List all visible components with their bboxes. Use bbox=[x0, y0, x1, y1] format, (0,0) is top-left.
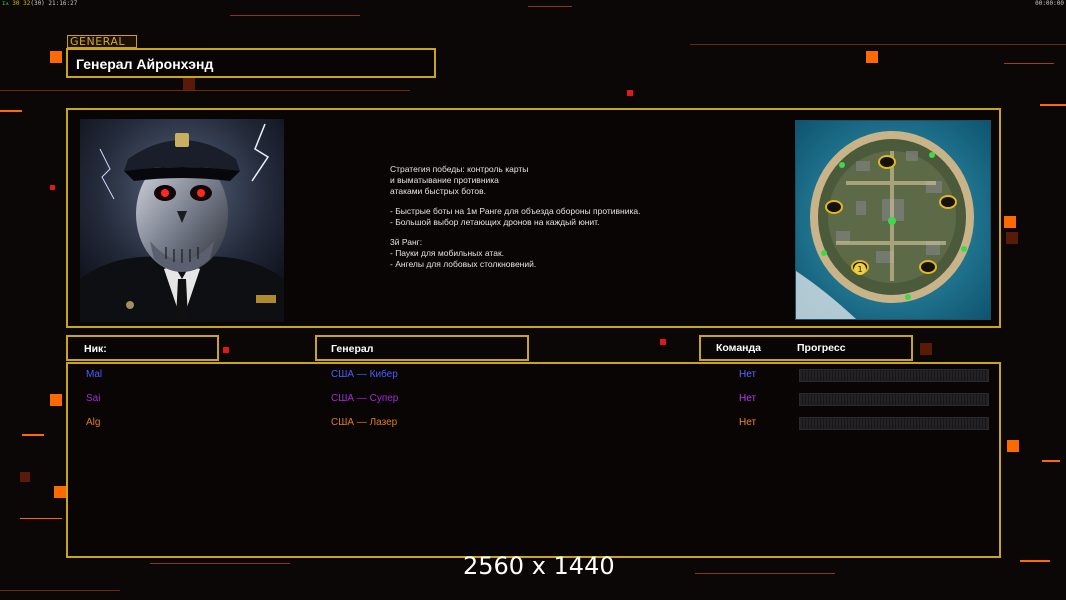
player-general: США — Лазер bbox=[331, 417, 398, 428]
fps-counter: ɪᴧ 30 32(30) 21:16:27 bbox=[2, 0, 78, 7]
loading-progress-bar bbox=[799, 369, 989, 382]
player-general: США — Кибер bbox=[331, 369, 398, 380]
column-header-nick: Ник: bbox=[66, 335, 219, 361]
game-timer: 00:00:00 bbox=[1035, 0, 1064, 7]
map-preview: 1 bbox=[795, 120, 991, 320]
strategy-line: - Пауки для мобильных атак. bbox=[390, 248, 505, 258]
column-header-general: Генерал bbox=[315, 335, 529, 361]
general-name: Генерал Айронхэнд bbox=[76, 56, 214, 72]
strategy-line: - Быстрые боты на 1м Ранге для объезда о… bbox=[390, 206, 641, 216]
player-nick: Mal bbox=[86, 369, 103, 380]
player-team: Нет bbox=[739, 369, 757, 380]
general-section-tag: GENERAL bbox=[67, 35, 137, 48]
player-general: США — Супер bbox=[331, 393, 399, 404]
players-panel: Mal США — Кибер Нет Sai США — Супер Нет … bbox=[66, 362, 1001, 558]
resolution-overlay-label: 2560 x 1440 bbox=[463, 552, 615, 580]
strategy-line: - Большой выбор летающих дронов на кажды… bbox=[390, 217, 600, 227]
spawn-marker-label: 1 bbox=[857, 265, 862, 274]
general-portrait bbox=[80, 119, 284, 322]
loading-progress-bar bbox=[799, 417, 989, 430]
player-nick: Sai bbox=[86, 393, 101, 404]
strategy-description: Стратегия победы: контроль карты и вымат… bbox=[390, 164, 720, 270]
player-row: Sai США — Супер Нет bbox=[68, 391, 999, 407]
strategy-line: Стратегия победы: контроль карты bbox=[390, 164, 529, 174]
strategy-line: атаками быстрых ботов. bbox=[390, 186, 487, 196]
strategy-line: - Ангелы для лобовых столкновений. bbox=[390, 259, 537, 269]
player-team: Нет bbox=[739, 393, 757, 404]
strategy-line: и выматывание противника bbox=[390, 175, 499, 185]
strategy-line: 3й Ранг: bbox=[390, 237, 423, 247]
player-team: Нет bbox=[739, 417, 757, 428]
column-header-team-progress: Команда Прогресс bbox=[699, 335, 913, 361]
general-title-box: Генерал Айронхэнд bbox=[66, 48, 436, 78]
player-row: Alg США — Лазер Нет bbox=[68, 415, 999, 431]
column-header-team: Команда bbox=[716, 342, 761, 354]
player-row: Mal США — Кибер Нет bbox=[68, 367, 999, 383]
loading-progress-bar bbox=[799, 393, 989, 406]
general-info-panel: Стратегия победы: контроль карты и вымат… bbox=[66, 108, 1001, 328]
column-header-progress: Прогресс bbox=[797, 342, 846, 354]
player-nick: Alg bbox=[86, 417, 101, 428]
